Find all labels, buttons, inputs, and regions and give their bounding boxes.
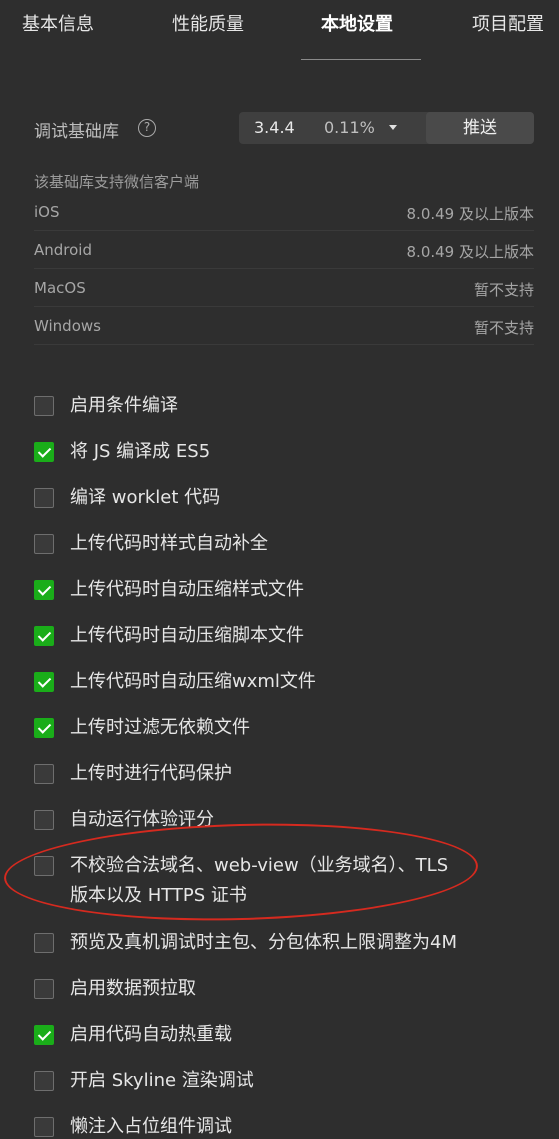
checkbox[interactable] bbox=[34, 1071, 54, 1091]
option-label: 上传代码时自动压缩wxml文件 bbox=[70, 671, 316, 692]
support-value: 暂不支持 bbox=[473, 281, 534, 299]
checkbox[interactable] bbox=[34, 396, 54, 416]
divider bbox=[34, 306, 534, 307]
support-value: 暂不支持 bbox=[473, 319, 534, 337]
support-row-macos: MacOS 暂不支持 bbox=[34, 275, 534, 307]
chevron-down-icon bbox=[389, 125, 397, 130]
checkbox[interactable] bbox=[34, 1117, 54, 1137]
debug-library-row: 调试基础库 ? 3.4.4 0.11% 推送 bbox=[34, 112, 534, 144]
option-label: 启用代码自动热重载 bbox=[70, 1024, 232, 1045]
tab-local-settings[interactable]: 本地设置 bbox=[321, 10, 393, 36]
option-label: 上传代码时样式自动补全 bbox=[70, 533, 268, 554]
checkbox[interactable] bbox=[34, 488, 54, 508]
push-button[interactable]: 推送 bbox=[426, 112, 534, 144]
support-row-windows: Windows 暂不支持 bbox=[34, 313, 534, 345]
checkbox[interactable] bbox=[34, 764, 54, 784]
annotation-ellipse bbox=[2, 817, 480, 927]
checkbox[interactable] bbox=[34, 672, 54, 692]
checkbox[interactable] bbox=[34, 718, 54, 738]
library-version-select[interactable]: 3.4.4 0.11% bbox=[239, 112, 451, 144]
checkbox[interactable] bbox=[34, 442, 54, 462]
divider bbox=[34, 268, 534, 269]
settings-tabs: 基本信息 性能质量 本地设置 项目配置 bbox=[0, 0, 559, 60]
option-label: 预览及真机调试时主包、分包体积上限调整为4M bbox=[70, 932, 457, 953]
checkbox[interactable] bbox=[34, 933, 54, 953]
support-value: 8.0.49 及以上版本 bbox=[406, 243, 534, 261]
support-os: Android bbox=[34, 241, 92, 259]
question-circle-icon[interactable]: ? bbox=[138, 119, 156, 137]
support-title: 该基础库支持微信客户端 bbox=[34, 173, 200, 191]
library-version: 3.4.4 bbox=[254, 118, 295, 137]
option-label: 开启 Skyline 渲染调试 bbox=[70, 1070, 254, 1091]
support-os: MacOS bbox=[34, 279, 86, 297]
checkbox[interactable] bbox=[34, 580, 54, 600]
active-tab-indicator bbox=[301, 59, 421, 60]
option-label: 编译 worklet 代码 bbox=[70, 487, 221, 508]
option-label: 将 JS 编译成 ES5 bbox=[70, 441, 211, 462]
tab-performance[interactable]: 性能质量 bbox=[172, 10, 244, 36]
checkbox[interactable] bbox=[34, 534, 54, 554]
checkbox[interactable] bbox=[34, 1025, 54, 1045]
divider bbox=[34, 344, 534, 345]
support-row-android: Android 8.0.49 及以上版本 bbox=[34, 237, 534, 269]
tab-basic-info[interactable]: 基本信息 bbox=[22, 10, 94, 36]
option-label: 启用条件编译 bbox=[70, 395, 178, 416]
option-label: 启用数据预拉取 bbox=[70, 978, 196, 999]
option-label: 上传代码时自动压缩样式文件 bbox=[70, 579, 304, 600]
option-label: 上传代码时自动压缩脚本文件 bbox=[70, 625, 304, 646]
support-value: 8.0.49 及以上版本 bbox=[406, 205, 534, 223]
support-row-ios: iOS 8.0.49 及以上版本 bbox=[34, 199, 534, 231]
option-label: 懒注入占位组件调试 bbox=[70, 1116, 232, 1137]
divider bbox=[34, 230, 534, 231]
checkbox[interactable] bbox=[34, 979, 54, 999]
option-label: 上传时过滤无依赖文件 bbox=[70, 717, 250, 738]
checkbox[interactable] bbox=[34, 810, 54, 830]
checkbox[interactable] bbox=[34, 626, 54, 646]
library-usage-percent: 0.11% bbox=[324, 118, 375, 137]
support-os: iOS bbox=[34, 203, 60, 221]
support-os: Windows bbox=[34, 317, 101, 335]
debug-library-label: 调试基础库 bbox=[34, 122, 119, 142]
option-label: 上传时进行代码保护 bbox=[70, 763, 232, 784]
tab-project-config[interactable]: 项目配置 bbox=[472, 10, 544, 36]
